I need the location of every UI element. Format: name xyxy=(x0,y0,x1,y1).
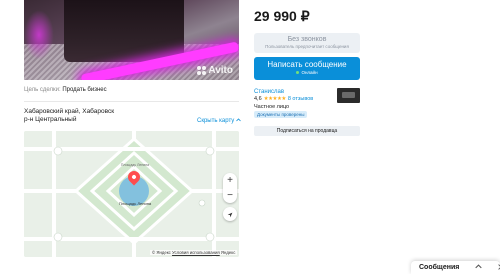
seller-name-link[interactable]: Станислав xyxy=(254,89,284,95)
seller-type: Частное лицо xyxy=(254,104,290,110)
online-status: Онлайн xyxy=(254,70,360,75)
reviews-link[interactable]: 8 отзывов xyxy=(288,96,313,102)
verified-badge: Документы проверены xyxy=(254,111,308,118)
map-attribution: © Яндекс Условия использования Яндекс xyxy=(150,250,238,255)
rating-stars-icon: ★★★★★ xyxy=(263,96,287,102)
hide-map-link[interactable]: Скрыть карту xyxy=(197,118,242,124)
messages-tab[interactable]: Сообщения xyxy=(411,261,500,274)
listing-photo[interactable]: Avito xyxy=(24,0,239,80)
map-view[interactable]: Площадь Ленина Площадь Ленина + − © Янде… xyxy=(24,131,239,257)
seller-rating: 4,6 ★★★★★ 8 отзывов xyxy=(254,96,313,102)
map-place-label: Площадь Ленина xyxy=(118,201,152,206)
no-calls-button: Без звонков Пользователь предпочитает со… xyxy=(254,33,360,53)
chevron-up-icon[interactable] xyxy=(475,264,483,271)
photo-glow-left xyxy=(24,10,54,60)
zoom-in-button[interactable]: + xyxy=(227,175,233,186)
online-dot-icon xyxy=(296,71,300,74)
price: 29 990 ₽ xyxy=(254,8,310,24)
deal-goal-label: Цель сделки: xyxy=(24,87,61,93)
section-divider xyxy=(24,101,239,102)
geolocate-button[interactable] xyxy=(223,207,237,221)
map-terms-link[interactable]: Условия использования xyxy=(172,250,220,255)
zoom-out-button[interactable]: − xyxy=(227,190,233,201)
rating-value: 4,6 xyxy=(254,96,262,102)
address-line-1: Хабаровский край, Хабаровск xyxy=(24,108,115,115)
map-place-label-top: Площадь Ленина xyxy=(120,163,150,167)
chevron-up-icon xyxy=(236,118,242,124)
subscribe-button[interactable]: Подписаться на продавца xyxy=(254,126,360,136)
messages-tab-label: Сообщения xyxy=(419,264,460,271)
avito-watermark: Avito xyxy=(197,65,233,76)
deal-goal: Цель сделки: Продать бизнес xyxy=(24,87,107,93)
write-message-button[interactable]: Написать сообщение Онлайн xyxy=(254,57,360,80)
deal-goal-value: Продать бизнес xyxy=(62,87,107,93)
no-calls-subtitle: Пользователь предпочитает сообщения xyxy=(265,44,349,49)
avito-logo-icon xyxy=(197,66,207,75)
no-calls-title: Без звонков xyxy=(287,36,327,43)
seller-avatar[interactable] xyxy=(337,88,360,103)
navigation-arrow-icon xyxy=(227,205,233,223)
write-message-label: Написать сообщение xyxy=(267,60,347,69)
address-line-2: р-н Центральный xyxy=(24,116,77,123)
zoom-control[interactable]: + − xyxy=(223,173,237,203)
photo-bed xyxy=(64,0,184,62)
